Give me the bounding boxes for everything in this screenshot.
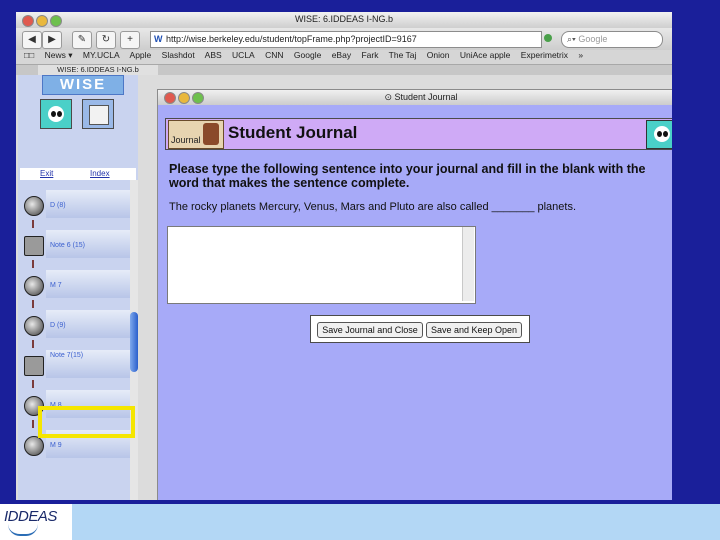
bookmark-onion[interactable]: Onion xyxy=(427,50,450,60)
step-item[interactable]: Note 7(15) xyxy=(20,348,130,380)
reload-button[interactable]: ↻ xyxy=(96,31,116,49)
journal-icon-label: Journal xyxy=(171,135,201,145)
globe-icon xyxy=(24,196,44,216)
bookmark-fark[interactable]: Fark xyxy=(361,50,378,60)
step-label: D (9) xyxy=(50,322,66,329)
bookmark-experimetrix[interactable]: Experimetrix xyxy=(521,50,568,60)
forward-button[interactable]: ▶ xyxy=(42,31,62,49)
map-icon[interactable] xyxy=(82,99,114,129)
journal-entry-textarea[interactable] xyxy=(167,226,476,304)
step-label: M 9 xyxy=(50,442,62,449)
bookmark-ebay[interactable]: eBay xyxy=(332,50,351,60)
bookmarks-overflow[interactable]: » xyxy=(578,50,583,60)
panda-icon[interactable] xyxy=(40,99,72,129)
note-icon xyxy=(24,236,44,256)
rss-icon[interactable] xyxy=(544,34,552,42)
step-label: M 7 xyxy=(50,282,62,289)
slide-border-right xyxy=(672,0,720,500)
scrollbar-thumb[interactable] xyxy=(130,312,138,372)
site-icon: W xyxy=(154,34,163,44)
wise-logo: WISE xyxy=(42,75,124,95)
step-item[interactable]: M 7 xyxy=(20,268,130,300)
journal-titlebar: ⊙ Student Journal xyxy=(158,90,672,105)
journal-window-title: Student Journal xyxy=(394,92,458,102)
bookmark-the-taj[interactable]: The Taj xyxy=(389,50,417,60)
search-field[interactable]: ⌕▾ Google xyxy=(561,31,663,48)
journal-header: Journal Student Journal xyxy=(165,118,672,150)
slide-border-left xyxy=(0,0,16,500)
globe-icon xyxy=(24,316,44,336)
journal-icon: Journal xyxy=(168,120,224,149)
bookmarks-bar: □□ News ▾ MY.UCLA Apple Slashdot ABS UCL… xyxy=(16,50,672,65)
step-label: Note 7(15) xyxy=(50,352,84,359)
slide-footer xyxy=(0,504,720,540)
wise-nav-links: Exit Index xyxy=(20,168,136,180)
globe-icon xyxy=(24,436,44,456)
journal-instructions: Please type the following sentence into … xyxy=(169,162,646,190)
step-item[interactable]: D (9) xyxy=(20,308,130,340)
bookmark-abs[interactable]: ABS xyxy=(205,50,222,60)
globe-icon xyxy=(24,276,44,296)
step-label: D (8) xyxy=(50,202,66,209)
browser-titlebar: WISE: 6.IDDEAS I-NG.b xyxy=(16,12,672,28)
step-item[interactable]: D (8) xyxy=(20,188,130,220)
browser-window-title: WISE: 6.IDDEAS I-NG.b xyxy=(294,14,394,24)
journal-heading: Student Journal xyxy=(228,123,358,142)
search-icon: ⌕▾ xyxy=(567,34,576,44)
tab-active[interactable]: WISE: 6.IDDEAS I-NG.b xyxy=(38,65,158,75)
journal-prompt-sentence: The rocky planets Mercury, Venus, Mars a… xyxy=(169,201,577,213)
browser-window: WISE: 6.IDDEAS I-NG.b ◀ ▶ ✎ ↻ + Whttp://… xyxy=(16,12,672,500)
journal-button-panel: Save Journal and Close Save and Keep Ope… xyxy=(310,315,530,343)
back-button[interactable]: ◀ xyxy=(22,31,42,49)
save-and-keep-open-button[interactable]: Save and Keep Open xyxy=(426,322,522,338)
exit-link[interactable]: Exit xyxy=(40,169,53,178)
add-bookmark-button[interactable]: + xyxy=(120,31,140,49)
bookmark-myucla[interactable]: MY.UCLA xyxy=(83,50,120,60)
url-text: http://wise.berkeley.edu/student/topFram… xyxy=(166,34,417,44)
bookmark-ucla[interactable]: UCLA xyxy=(232,50,255,60)
student-journal-window: ⊙ Student Journal Journal Student Journa… xyxy=(157,89,672,500)
note-icon xyxy=(24,356,44,376)
bookmark-google[interactable]: Google xyxy=(294,50,321,60)
save-journal-and-close-button[interactable]: Save Journal and Close xyxy=(317,322,423,338)
step-label: Note 6 (15) xyxy=(50,242,86,249)
slide-border-top xyxy=(0,0,720,12)
bookmark-apple[interactable]: Apple xyxy=(130,50,152,60)
panda-icon xyxy=(646,120,672,149)
bookmark-slashdot[interactable]: Slashdot xyxy=(162,50,195,60)
textarea-scrollbar[interactable] xyxy=(462,227,474,301)
index-link[interactable]: Index xyxy=(90,169,110,178)
bookmark-uniace-apple[interactable]: UniAce apple xyxy=(460,50,511,60)
browser-toolbar: ◀ ▶ ✎ ↻ + Whttp://wise.berkeley.edu/stud… xyxy=(16,28,672,50)
bookmark-cnn[interactable]: CNN xyxy=(265,50,283,60)
bookmark-news[interactable]: News ▾ xyxy=(45,50,73,60)
journal-window-icon: ⊙ xyxy=(384,92,395,102)
step-list: D (8) Note 6 (15) M 7 D (9) Note 7(15) M… xyxy=(20,180,130,500)
url-field[interactable]: Whttp://wise.berkeley.edu/student/topFra… xyxy=(150,31,542,48)
iddeas-logo-text: IDDEAS xyxy=(4,508,57,525)
highlight-box xyxy=(38,406,135,438)
step-item[interactable]: Note 6 (15) xyxy=(20,228,130,260)
edit-icon[interactable]: ✎ xyxy=(72,31,92,49)
bookmarks-icon[interactable]: □□ xyxy=(24,50,34,60)
search-placeholder: Google xyxy=(578,34,608,44)
